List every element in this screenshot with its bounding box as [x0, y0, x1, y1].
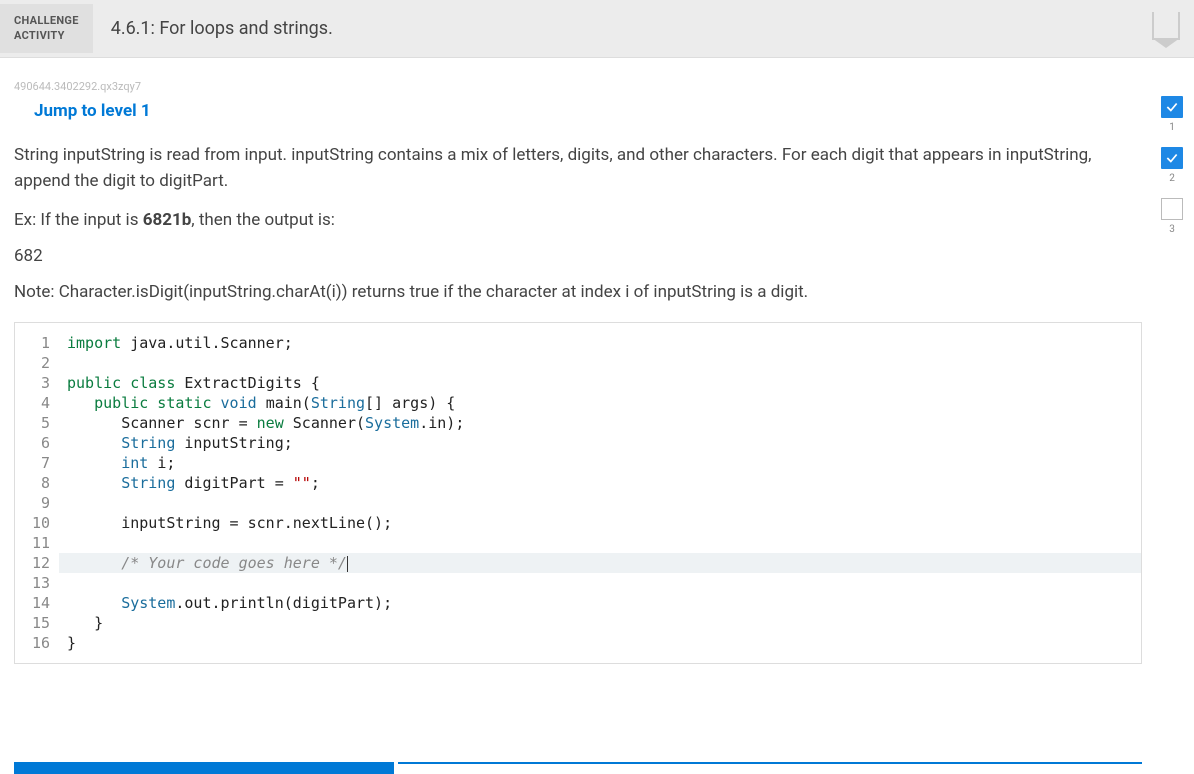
line-number: 12 [21, 553, 50, 573]
level-check-badge[interactable] [1161, 147, 1183, 169]
code-line[interactable]: inputString = scnr.nextLine(); [67, 513, 1133, 533]
code-line[interactable]: System.out.println(digitPart); [67, 593, 1133, 613]
jump-to-level-link[interactable]: Jump to level 1 [34, 101, 151, 121]
line-number: 15 [21, 613, 50, 633]
code-line[interactable]: import java.util.Scanner; [67, 333, 1133, 353]
code-line[interactable]: int i; [67, 453, 1133, 473]
code-line[interactable] [67, 533, 1133, 553]
progress-unfilled [398, 762, 1142, 774]
code-line[interactable]: public static void main(String[] args) { [67, 393, 1133, 413]
level-check-badge[interactable] [1161, 96, 1183, 118]
code-line[interactable] [67, 493, 1133, 513]
bottom-progress [0, 762, 1156, 774]
challenge-title: 4.6.1: For loops and strings. [93, 18, 351, 39]
example-suffix: , then the output is: [191, 210, 335, 230]
line-number: 6 [21, 433, 50, 453]
example-input: 6821b [143, 210, 192, 230]
instruction-note: Note: Character.isDigit(inputString.char… [14, 282, 1142, 302]
challenge-activity-label: CHALLENGE ACTIVITY [0, 4, 93, 53]
example-prefix: Ex: If the input is [14, 210, 143, 230]
code-line[interactable]: Scanner scnr = new Scanner(System.in); [67, 413, 1133, 433]
code-line[interactable] [67, 573, 1133, 593]
check-icon [1165, 100, 1179, 114]
line-number: 1 [21, 333, 50, 353]
line-number: 5 [21, 413, 50, 433]
line-number: 4 [21, 393, 50, 413]
line-number: 9 [21, 493, 50, 513]
code-body[interactable]: import java.util.Scanner; public class Ex… [59, 323, 1141, 663]
example-output: 682 [14, 246, 1142, 266]
level-empty-badge[interactable] [1161, 198, 1183, 220]
line-number: 13 [21, 573, 50, 593]
code-line[interactable]: } [67, 633, 1133, 653]
line-number: 16 [21, 633, 50, 653]
example-line: Ex: If the input is 6821b, then the outp… [14, 210, 1142, 230]
check-icon [1165, 151, 1179, 165]
code-line[interactable]: String inputString; [67, 433, 1133, 453]
instruction-main: String inputString is read from input. i… [14, 143, 1142, 194]
code-line[interactable]: String digitPart = ""; [67, 473, 1133, 493]
line-number: 14 [21, 593, 50, 613]
code-editor[interactable]: 12345678910111213141516 import java.util… [14, 322, 1142, 664]
main-content: 490644.3402292.qx3zqy7 Jump to level 1 S… [0, 58, 1156, 674]
progress-filled [14, 762, 394, 774]
challenge-label-line1: CHALLENGE [14, 14, 79, 28]
level-number: 1 [1169, 122, 1175, 133]
level-number: 2 [1169, 173, 1175, 184]
code-line[interactable]: /* Your code goes here */ [59, 553, 1141, 573]
level-number: 3 [1169, 224, 1175, 235]
challenge-label-line2: ACTIVITY [14, 29, 79, 43]
header-bar: CHALLENGE ACTIVITY 4.6.1: For loops and … [0, 0, 1194, 58]
level-panel: 1 2 3 [1156, 58, 1194, 674]
line-number: 7 [21, 453, 50, 473]
code-line[interactable] [67, 353, 1133, 373]
code-line[interactable]: } [67, 613, 1133, 633]
line-number: 2 [21, 353, 50, 373]
line-number: 10 [21, 513, 50, 533]
code-gutter: 12345678910111213141516 [15, 323, 59, 663]
line-number: 11 [21, 533, 50, 553]
code-line[interactable]: public class ExtractDigits { [67, 373, 1133, 393]
line-number: 8 [21, 473, 50, 493]
hash-text: 490644.3402292.qx3zqy7 [14, 80, 1142, 93]
shield-icon [1152, 12, 1180, 46]
line-number: 3 [21, 373, 50, 393]
